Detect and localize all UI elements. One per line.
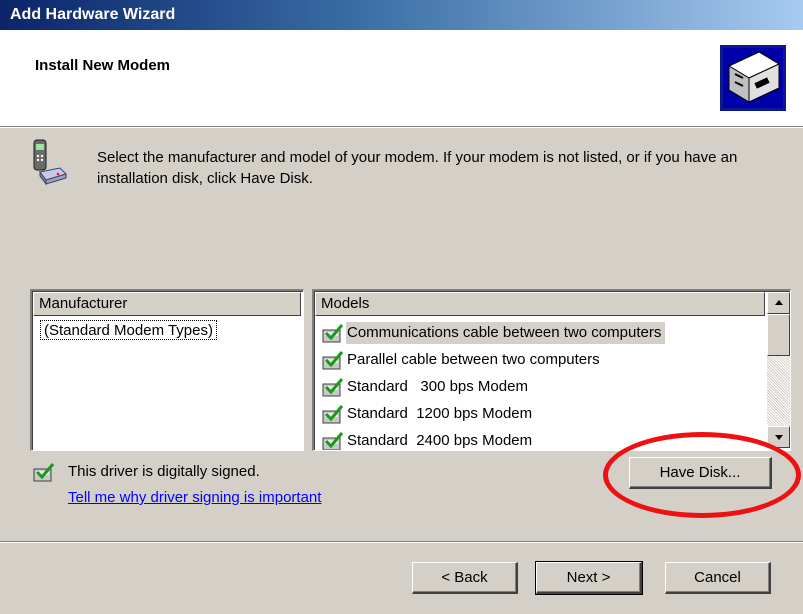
manufacturer-item[interactable]: (Standard Modem Types) — [40, 320, 217, 340]
window-title: Add Hardware Wizard — [10, 6, 176, 23]
signed-driver-icon — [322, 431, 344, 450]
driver-signing-link[interactable]: Tell me why driver signing is important — [68, 489, 321, 506]
divider — [0, 541, 803, 543]
back-button[interactable]: < Back — [412, 562, 518, 594]
arrow-up-icon — [775, 300, 783, 305]
model-item[interactable]: Standard 300 bps Modem — [322, 374, 532, 399]
model-item-label: Communications cable between two compute… — [346, 321, 666, 344]
model-item-label: Standard 1200 bps Modem — [347, 404, 533, 422]
signed-driver-icon — [322, 377, 344, 396]
signed-driver-text: This driver is digitally signed. — [68, 463, 260, 480]
model-item-label: Parallel cable between two computers — [347, 350, 600, 368]
models-column-header[interactable]: Models — [315, 292, 765, 316]
model-item[interactable]: Parallel cable between two computers — [322, 347, 604, 372]
wizard-header: Install New Modem — [0, 30, 803, 128]
models-scrollbar[interactable] — [767, 292, 790, 448]
model-item-label: Standard 300 bps Modem — [347, 377, 528, 395]
manufacturer-column-header[interactable]: Manufacturer — [33, 292, 301, 316]
signed-driver-icon — [33, 463, 55, 482]
manufacturer-list[interactable]: Manufacturer (Standard Modem Types) — [30, 289, 304, 451]
have-disk-button[interactable]: Have Disk... — [629, 457, 772, 489]
signed-driver-icon — [322, 404, 344, 423]
arrow-down-icon — [775, 435, 783, 440]
models-list[interactable]: Models Communications cable between two … — [312, 289, 791, 451]
page-title: Install New Modem — [35, 57, 171, 74]
instruction-text: Select the manufacturer and model of you… — [97, 149, 738, 187]
hardware-wizard-icon — [720, 45, 786, 111]
model-item[interactable]: Standard 1200 bps Modem — [322, 401, 536, 426]
model-item[interactable]: Communications cable between two compute… — [322, 320, 666, 345]
signed-driver-icon — [322, 323, 344, 342]
signed-driver-icon — [322, 350, 344, 369]
cancel-button[interactable]: Cancel — [665, 562, 771, 594]
phone-modem-icon — [33, 139, 67, 186]
next-button[interactable]: Next > — [535, 561, 643, 595]
scroll-up-button[interactable] — [767, 292, 790, 314]
model-item[interactable]: Standard 2400 bps Modem — [322, 428, 536, 450]
scroll-thumb[interactable] — [767, 314, 790, 356]
scroll-down-button[interactable] — [767, 426, 790, 448]
title-bar: Add Hardware Wizard — [0, 0, 803, 30]
model-item-label: Standard 2400 bps Modem — [347, 431, 533, 449]
